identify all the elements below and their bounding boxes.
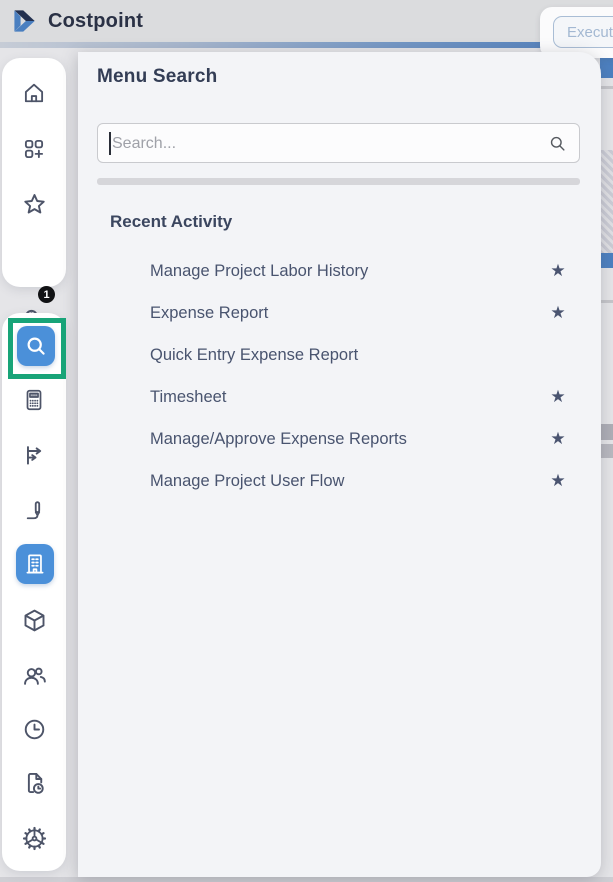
background-page-strip	[600, 253, 613, 268]
list-item-label[interactable]: Manage Project Labor History	[150, 250, 368, 292]
flow-arrows-icon	[21, 442, 48, 469]
signature-pen-icon	[21, 497, 47, 523]
highlight-box	[8, 318, 66, 379]
sidebar-item-materials[interactable]	[2, 598, 66, 642]
sidebar-item-calculator[interactable]	[2, 378, 66, 422]
background-page-strip	[600, 444, 613, 458]
sidebar-item-applications[interactable]	[2, 127, 66, 171]
cube-icon	[21, 607, 48, 634]
favorite-star-icon[interactable]: ★	[546, 460, 570, 502]
sidebar-item-favorites[interactable]	[2, 182, 66, 226]
sidebar-item-people[interactable]	[2, 653, 66, 697]
list-item-label[interactable]: Manage/Approve Expense Reports	[150, 418, 407, 460]
sidebar-item-settings[interactable]	[2, 816, 66, 860]
search-input[interactable]	[110, 125, 534, 163]
toolbar-accent-bar	[0, 42, 613, 48]
list-item-label[interactable]: Timesheet	[150, 376, 226, 418]
list-item[interactable]: Quick Entry Expense Report	[78, 334, 601, 376]
notification-badge: 1	[38, 286, 55, 303]
list-item-label[interactable]: Manage Project User Flow	[150, 460, 344, 502]
sidebar-primary: 1	[2, 58, 66, 287]
deltek-logo-icon	[10, 6, 40, 36]
favorite-star-icon[interactable]: ★	[546, 376, 570, 418]
favorite-star-icon[interactable]: ★	[546, 250, 570, 292]
app-title: Costpoint	[48, 10, 143, 33]
search-icon[interactable]	[548, 134, 567, 153]
list-item[interactable]: Expense Report ★	[78, 292, 601, 334]
top-bar: Costpoint	[0, 0, 613, 42]
sidebar-item-time[interactable]	[2, 707, 66, 751]
apps-add-icon	[21, 136, 47, 162]
list-item-label[interactable]: Quick Entry Expense Report	[150, 334, 358, 376]
favorite-star-icon[interactable]	[546, 334, 570, 376]
clock-icon	[21, 716, 48, 743]
calculator-icon	[21, 387, 47, 413]
star-icon	[21, 191, 48, 218]
background-page-strip	[600, 300, 613, 303]
search-field-wrap	[97, 123, 580, 163]
sidebar-item-signature[interactable]	[2, 488, 66, 532]
execute-button[interactable]: Execute	[553, 16, 613, 48]
sidebar-item-organization[interactable]	[16, 544, 54, 584]
sidebar-item-document-status[interactable]	[2, 761, 66, 805]
app-window: Costpoint Execute	[0, 0, 613, 882]
home-icon	[21, 80, 47, 106]
list-item[interactable]: Manage/Approve Expense Reports ★	[78, 418, 601, 460]
list-item[interactable]: Timesheet ★	[78, 376, 601, 418]
gear-icon	[21, 825, 48, 852]
list-item[interactable]: Manage Project User Flow ★	[78, 460, 601, 502]
recent-activity-list: Manage Project Labor History ★ Expense R…	[78, 250, 601, 502]
sidebar-item-process-flow[interactable]	[2, 433, 66, 477]
execute-toolbar-card: Execute	[540, 7, 613, 58]
sidebar-item-home[interactable]	[2, 71, 66, 115]
favorite-star-icon[interactable]: ★	[546, 292, 570, 334]
background-page-strip	[600, 56, 613, 78]
people-icon	[21, 662, 48, 689]
background-page-strip	[600, 86, 613, 89]
recent-activity-heading: Recent Activity	[110, 212, 232, 232]
window-bottom-edge	[0, 877, 613, 882]
list-item-label[interactable]: Expense Report	[150, 292, 268, 334]
building-icon	[22, 551, 48, 577]
file-clock-icon	[21, 770, 48, 797]
panel-divider	[97, 178, 580, 185]
menu-search-panel: Menu Search Recent Activity Manage Proje…	[78, 52, 601, 877]
favorite-star-icon[interactable]: ★	[546, 418, 570, 460]
sidebar-secondary	[2, 313, 66, 871]
background-page-strip	[600, 150, 613, 253]
list-item[interactable]: Manage Project Labor History ★	[78, 250, 601, 292]
background-page-strip	[600, 424, 613, 440]
panel-title: Menu Search	[97, 66, 217, 88]
